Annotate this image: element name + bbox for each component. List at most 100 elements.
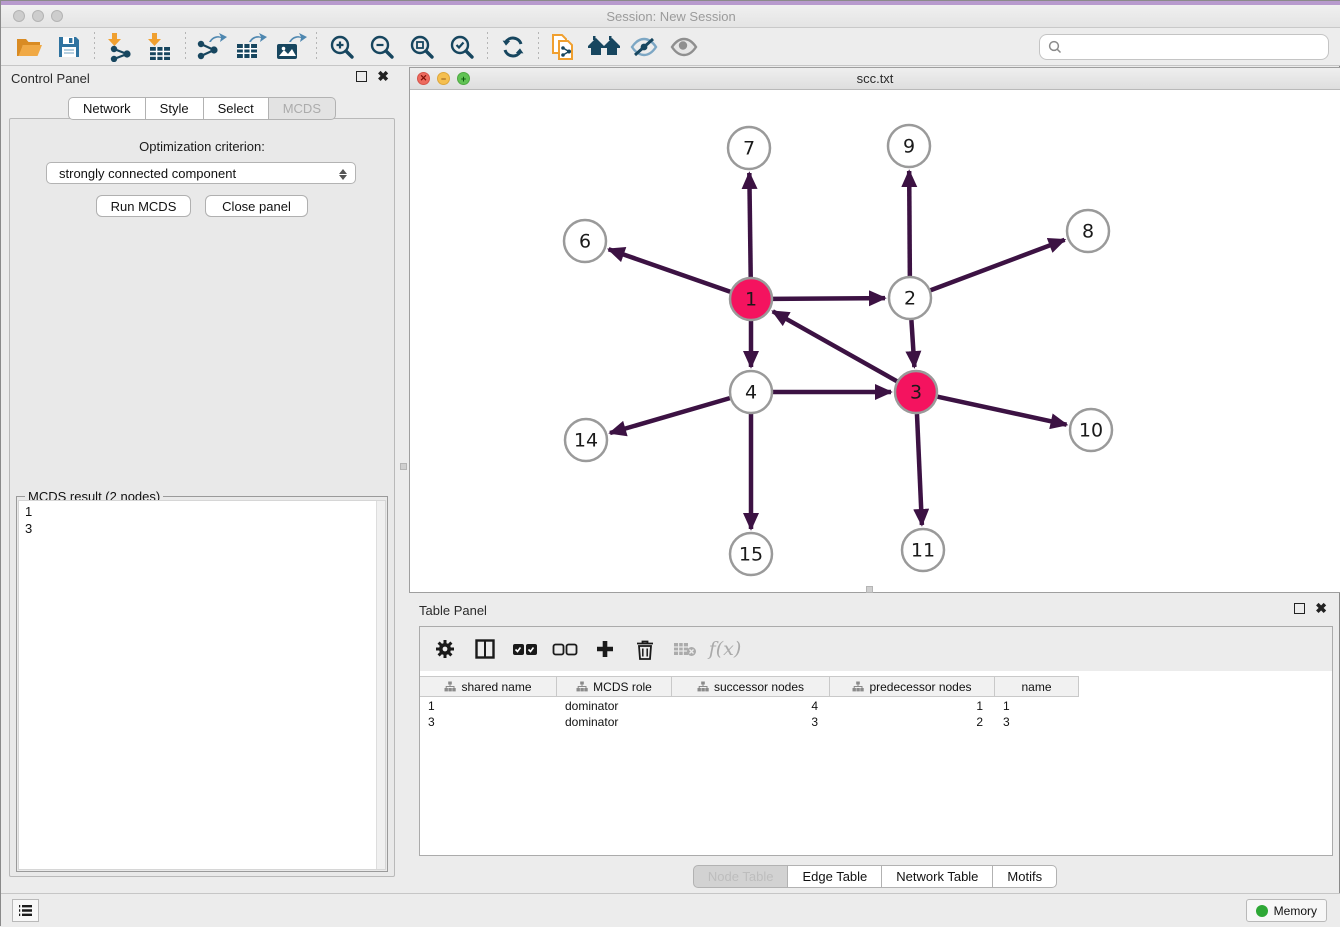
table-row[interactable]: 3dominator323 — [420, 714, 1332, 730]
apply-layout-button[interactable] — [584, 30, 624, 64]
splitter-handle[interactable] — [400, 463, 407, 470]
graph-edge-1-7[interactable] — [749, 173, 750, 277]
column-header-MCDS-role[interactable]: MCDS role — [557, 677, 672, 696]
unselect-all-columns-button[interactable] — [552, 636, 578, 662]
zoom-out-button[interactable] — [362, 30, 402, 64]
table-row[interactable]: 1dominator411 — [420, 698, 1332, 714]
hide-selected-button[interactable] — [624, 30, 664, 64]
table-cell[interactable]: 1 — [420, 698, 557, 714]
close-panel-button[interactable]: Close panel — [205, 195, 308, 217]
mcds-result-list[interactable]: 13 — [18, 500, 386, 870]
graph-node-2[interactable]: 2 — [889, 277, 931, 319]
column-header-predecessor-nodes[interactable]: predecessor nodes — [830, 677, 995, 696]
criterion-select[interactable]: strongly connected component — [46, 162, 356, 184]
graph-edge-3-1[interactable] — [773, 311, 897, 381]
graph-edge-1-2[interactable] — [773, 298, 885, 299]
column-header-successor-nodes[interactable]: successor nodes — [672, 677, 830, 696]
table-cell[interactable]: 2 — [830, 714, 995, 730]
table-header-row: shared nameMCDS rolesuccessor nodesprede… — [420, 676, 1079, 697]
graph-node-14[interactable]: 14 — [565, 419, 607, 461]
tab-motifs[interactable]: Motifs — [993, 865, 1057, 888]
graph-node-4[interactable]: 4 — [730, 371, 772, 413]
table-cell[interactable]: 1 — [995, 698, 1079, 714]
refresh-view-button[interactable] — [493, 30, 533, 64]
tab-mcds[interactable]: MCDS — [269, 97, 336, 120]
table-cell[interactable]: 4 — [672, 698, 830, 714]
import-network-button[interactable] — [100, 30, 140, 64]
zoom-selected-button[interactable] — [442, 30, 482, 64]
tab-select[interactable]: Select — [204, 97, 269, 120]
column-header-shared-name[interactable]: shared name — [420, 677, 557, 696]
table-cell[interactable]: 3 — [420, 714, 557, 730]
open-session-button[interactable] — [9, 30, 49, 64]
hierarchy-icon — [576, 681, 588, 692]
tab-style[interactable]: Style — [146, 97, 204, 120]
control-panel-close-button[interactable]: ✖ — [377, 71, 389, 82]
clone-network-icon — [550, 32, 578, 62]
open-folder-icon — [15, 35, 43, 59]
task-history-button[interactable] — [12, 899, 39, 922]
graph-node-8[interactable]: 8 — [1067, 210, 1109, 252]
graph-node-15[interactable]: 15 — [730, 533, 772, 575]
table-cell[interactable]: dominator — [557, 698, 672, 714]
table-panel-close-button[interactable]: ✖ — [1315, 603, 1327, 614]
show-column-panel-button[interactable] — [472, 636, 498, 662]
clone-network-button[interactable] — [544, 30, 584, 64]
import-table-button[interactable] — [140, 30, 180, 64]
export-image-button[interactable] — [271, 30, 311, 64]
graph-node-7[interactable]: 7 — [728, 127, 770, 169]
save-session-button[interactable] — [49, 30, 89, 64]
run-mcds-button[interactable]: Run MCDS — [96, 195, 191, 217]
search-field[interactable] — [1039, 34, 1329, 60]
table-panel-float-button[interactable] — [1294, 603, 1305, 614]
zoom-in-button[interactable] — [322, 30, 362, 64]
table-settings-button[interactable] — [432, 636, 458, 662]
mcds-result-box: MCDS result (2 nodes) 13 — [16, 496, 388, 872]
delete-column-button[interactable] — [632, 636, 658, 662]
graph-edge-2-3[interactable] — [911, 320, 914, 367]
toolbar-separator — [316, 32, 317, 62]
table-cell[interactable]: 3 — [672, 714, 830, 730]
graph-edge-1-6[interactable] — [609, 249, 731, 291]
canvas-resize-handle[interactable] — [866, 586, 873, 593]
graph-node-3[interactable]: 3 — [895, 371, 937, 413]
graph-node-label: 10 — [1079, 420, 1103, 442]
tab-node-table[interactable]: Node Table — [693, 865, 789, 888]
result-scrollbar[interactable] — [376, 501, 385, 869]
main-toolbar — [1, 28, 1340, 66]
search-input[interactable] — [1063, 40, 1328, 55]
window-accent-strip — [1, 1, 1340, 5]
graph-node-10[interactable]: 10 — [1070, 409, 1112, 451]
tab-network[interactable]: Network — [68, 97, 146, 120]
select-all-columns-button[interactable] — [512, 636, 538, 662]
graph-node-9[interactable]: 9 — [888, 125, 930, 167]
network-window-titlebar[interactable]: ✕ − + scc.txt — [410, 68, 1340, 90]
graph-edge-3-10[interactable] — [937, 397, 1066, 425]
graph-node-6[interactable]: 6 — [564, 220, 606, 262]
tab-edge-table[interactable]: Edge Table — [788, 865, 882, 888]
table-cell[interactable]: 3 — [995, 714, 1079, 730]
delete-table-button[interactable] — [672, 636, 698, 662]
export-table-button[interactable] — [231, 30, 271, 64]
graph-node-1[interactable]: 1 — [730, 278, 772, 320]
graph-edge-2-8[interactable] — [931, 240, 1065, 290]
memory-button[interactable]: Memory — [1246, 899, 1327, 922]
create-column-button[interactable] — [592, 636, 618, 662]
column-header-name[interactable]: name — [995, 677, 1079, 696]
export-network-button[interactable] — [191, 30, 231, 64]
window-titlebar: Session: New Session — [1, 1, 1340, 28]
zoom-fit-button[interactable] — [402, 30, 442, 64]
graph-edge-2-9[interactable] — [909, 171, 910, 276]
table-cell[interactable]: 1 — [830, 698, 995, 714]
control-panel-float-button[interactable] — [356, 71, 367, 82]
node-table-widget: f(x) shared nameMCDS rolesuccessor nodes… — [419, 626, 1333, 856]
graph-edge-3-11[interactable] — [917, 414, 922, 525]
network-canvas[interactable]: 7 9 6 8 1 2 4 3 14 10 15 11 — [410, 90, 1340, 592]
show-all-button[interactable] — [664, 30, 704, 64]
eye-slash-icon — [629, 35, 659, 59]
graph-edge-4-14[interactable] — [610, 398, 730, 433]
function-builder-button[interactable]: f(x) — [712, 636, 738, 662]
tab-network-table[interactable]: Network Table — [882, 865, 993, 888]
table-cell[interactable]: dominator — [557, 714, 672, 730]
graph-node-11[interactable]: 11 — [902, 529, 944, 571]
